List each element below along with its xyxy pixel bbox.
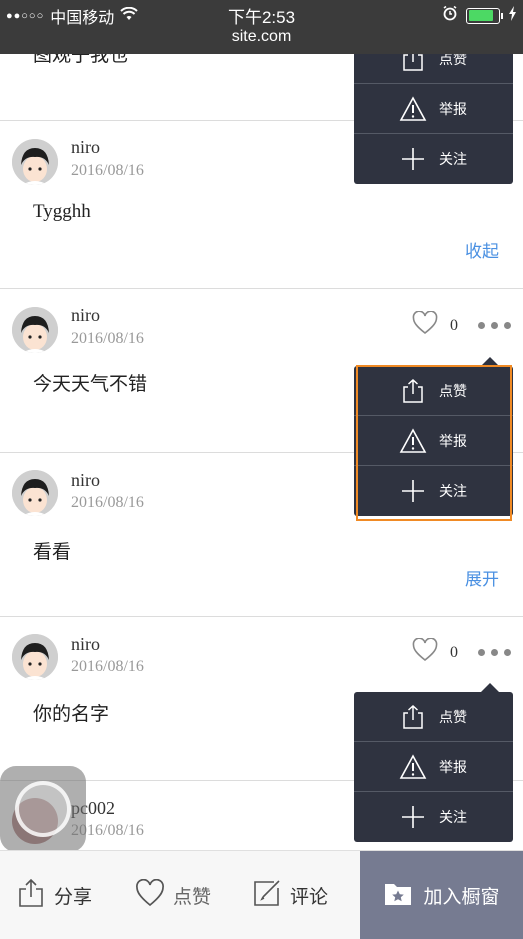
popup-menu: 点赞 举报 关注	[354, 357, 513, 516]
assistive-touch-icon	[15, 781, 71, 837]
like-area: 0	[412, 310, 511, 340]
popup-menu: 点赞 举报 关注	[354, 683, 513, 842]
charging-bolt-icon	[508, 5, 517, 26]
bottom-action-bar: 分享 点赞 评论 加入橱窗	[0, 850, 523, 939]
menu-arrow	[481, 683, 499, 692]
edit-icon	[252, 878, 282, 914]
share-icon	[399, 377, 427, 405]
plus-icon	[399, 477, 427, 505]
avatar[interactable]	[12, 139, 58, 185]
heart-icon[interactable]	[412, 310, 438, 340]
avatar[interactable]	[12, 634, 58, 680]
assistive-touch-button[interactable]	[0, 766, 86, 852]
warning-icon	[399, 753, 427, 781]
post-date: 2016/08/16	[71, 162, 144, 179]
post-content: Tygghh	[33, 201, 91, 222]
username[interactable]: niro	[71, 305, 100, 326]
post-date: 2016/08/16	[71, 494, 144, 511]
status-bar: ●●○○○ 中国移动 下午2:53 site.com	[0, 0, 523, 54]
page-url: site.com	[231, 28, 292, 45]
like-count: 0	[450, 643, 458, 661]
menu-item-follow[interactable]: 关注	[354, 792, 513, 842]
status-right	[442, 5, 517, 26]
menu-item-like[interactable]: 点赞	[354, 366, 513, 416]
warning-icon	[399, 95, 427, 123]
comment-button[interactable]: 评论	[252, 851, 328, 939]
add-to-window-button[interactable]: 加入橱窗	[360, 851, 523, 939]
like-count: 0	[450, 316, 458, 334]
plus-icon	[399, 145, 427, 173]
popup-menu: 点赞 举报 关注	[354, 34, 513, 184]
username[interactable]: niro	[71, 470, 100, 491]
menu-item-report[interactable]: 举报	[354, 84, 513, 134]
heart-icon[interactable]	[412, 637, 438, 667]
menu-item-report[interactable]: 举报	[354, 416, 513, 466]
post-date: 2016/08/16	[71, 330, 144, 347]
post-content: 看看	[33, 542, 72, 563]
collapse-link[interactable]: 收起	[465, 237, 499, 262]
avatar[interactable]	[12, 307, 58, 353]
username[interactable]: niro	[71, 634, 100, 655]
more-options-icon[interactable]	[478, 649, 511, 656]
menu-item-report[interactable]: 举报	[354, 742, 513, 792]
menu-item-follow[interactable]: 关注	[354, 466, 513, 516]
menu-arrow	[481, 357, 499, 366]
alarm-clock-icon	[442, 5, 458, 26]
post-date: 2016/08/16	[71, 658, 144, 675]
share-button[interactable]: 分享	[16, 851, 92, 939]
menu-item-follow[interactable]: 关注	[354, 134, 513, 184]
username[interactable]: niro	[71, 137, 100, 158]
post-content: 今天天气不错	[33, 374, 148, 395]
like-area: 0	[412, 637, 511, 667]
avatar[interactable]	[12, 470, 58, 516]
share-icon	[16, 878, 46, 914]
post-content: 你的名字	[33, 704, 110, 725]
more-options-icon[interactable]	[478, 322, 511, 329]
expand-link[interactable]: 展开	[465, 565, 499, 590]
plus-icon	[399, 803, 427, 831]
warning-icon	[399, 427, 427, 455]
folder-star-icon	[383, 879, 413, 913]
share-icon	[399, 703, 427, 731]
heart-icon	[135, 878, 165, 913]
battery-icon	[466, 7, 503, 24]
menu-item-like[interactable]: 点赞	[354, 692, 513, 742]
like-button[interactable]: 点赞	[135, 851, 211, 939]
